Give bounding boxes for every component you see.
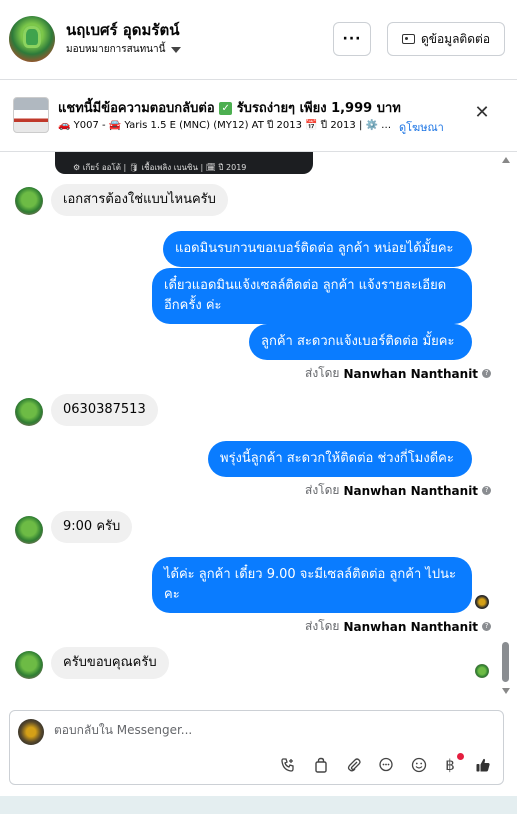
sent-by-label: ส่งโดย Nanwhan Nanthanit ? [305,481,492,500]
more-options-button[interactable]: ··· [333,22,371,56]
ad-thumbnail [13,97,49,133]
contact-name[interactable]: นฤเบศร์ อุดมรัตน์ [66,18,179,42]
chat-bubble-icon[interactable] [376,755,396,775]
close-icon[interactable]: ✕ [473,104,491,122]
paperclip-icon[interactable] [344,755,364,775]
more-horizontal-icon: ··· [342,31,362,47]
info-icon[interactable]: ? [482,622,492,631]
incoming-message[interactable]: 0630387513 [51,394,158,426]
sent-by-label: ส่งโดย Nanwhan Nanthanit ? [305,617,492,636]
view-contact-button[interactable]: ดูข้อมูลติดต่อ [387,22,505,56]
outgoing-message[interactable]: ได้ค่ะ ลูกค้า เดี๋ยว 9.00 จะมีเซลล์ติดต่… [152,557,472,613]
read-receipt-avatar [475,595,489,609]
message-thread[interactable]: ⚙ เกียร์ ออโต้ | 🛢 เชื้อเพลิง เบนซิน | 🗓… [0,152,517,700]
emoji-icon[interactable] [409,755,429,775]
scroll-up-arrow[interactable] [502,157,510,163]
sent-by-label: ส่งโดย Nanwhan Nanthanit ? [305,364,492,383]
assign-label: มอบหมายการสนทนานี้ [66,44,166,55]
contact-avatar-small [15,398,43,426]
thumbs-up-icon[interactable] [473,755,493,775]
check-mark-icon: ✓ [219,102,233,115]
sender-name: Nanwhan Nanthanit [343,483,479,498]
sent-by-prefix: ส่งโดย [305,366,340,380]
view-contact-label: ดูข้อมูลติดต่อ [420,31,491,46]
incoming-message[interactable]: 9:00 ครับ [51,511,133,543]
call-add-icon[interactable] [278,755,298,775]
conversation-header: นฤเบศร์ อุดมรัตน์ มอบหมายการสนทนานี้ ···… [0,0,517,80]
outgoing-message[interactable]: เดี๋ยวแอดมินแจ้งเซลล์ติดต่อ ลูกค้า แจ้งร… [152,268,472,324]
conversation-panel: นฤเบศร์ อุดมรัตน์ มอบหมายการสนทนานี้ ···… [0,0,517,796]
ad-title-text: แชทนี้มีข้อความตอบกลับต่อ [58,101,215,116]
notification-dot [457,753,464,760]
sent-by-prefix: ส่งโดย [305,483,340,497]
contact-avatar-small [15,187,43,215]
scroll-down-arrow[interactable] [502,688,510,694]
contact-avatar-small [15,651,43,679]
ad-subtitle: 🚗 Y007 - 🚘 Yaris 1.5 E (MNC) (MY12) AT ป… [58,120,393,131]
bottom-edge [0,796,517,814]
assign-conversation-dropdown[interactable]: มอบหมายการสนทนานี้ [66,42,182,57]
reply-input[interactable] [54,723,454,737]
outgoing-message[interactable]: ลูกค้า สะดวกแจ้งเบอร์ติดต่อ มั้ยคะ [249,324,472,360]
scrollbar-thumb[interactable] [502,642,509,682]
shopping-bag-icon[interactable] [311,755,331,775]
contact-card-icon [401,34,415,44]
view-ad-link[interactable]: ดูโฆษณา [399,118,444,136]
info-icon[interactable]: ? [482,369,492,378]
media-attachment[interactable]: ⚙ เกียร์ ออโต้ | 🛢 เชื้อเพลิง เบนซิน | 🗓… [55,152,313,174]
outgoing-message[interactable]: แอดมินรบกวนขอเบอร์ติดต่อ ลูกค้า หน่อยได้… [163,231,472,267]
contact-avatar-small [15,516,43,544]
contact-avatar[interactable] [9,16,55,62]
seen-avatar [475,664,489,678]
ad-reply-banner: แชทนี้มีข้อความตอบกลับต่อ ✓ รับรถง่ายๆ เ… [0,81,517,152]
sender-name: Nanwhan Nanthanit [343,619,479,634]
page-avatar [18,719,44,745]
sent-by-prefix: ส่งโดย [305,619,340,633]
outgoing-message[interactable]: พรุ่งนี้ลูกค้า สะดวกให้ติดต่อ ช่วงกี่โมง… [208,441,472,477]
ad-title-suffix: รับรถง่ายๆ เพียง 1,999 บาท [236,101,401,116]
info-icon[interactable]: ? [482,486,492,495]
incoming-message[interactable]: ครับขอบคุณครับ [51,647,169,679]
ad-title: แชทนี้มีข้อความตอบกลับต่อ ✓ รับรถง่ายๆ เ… [58,97,401,118]
chevron-down-icon [171,46,182,53]
incoming-message[interactable]: เอกสารต้องใช่แบบไหนครับ [51,184,228,216]
reply-composer: ฿ [9,710,504,785]
sender-name: Nanwhan Nanthanit [343,366,479,381]
